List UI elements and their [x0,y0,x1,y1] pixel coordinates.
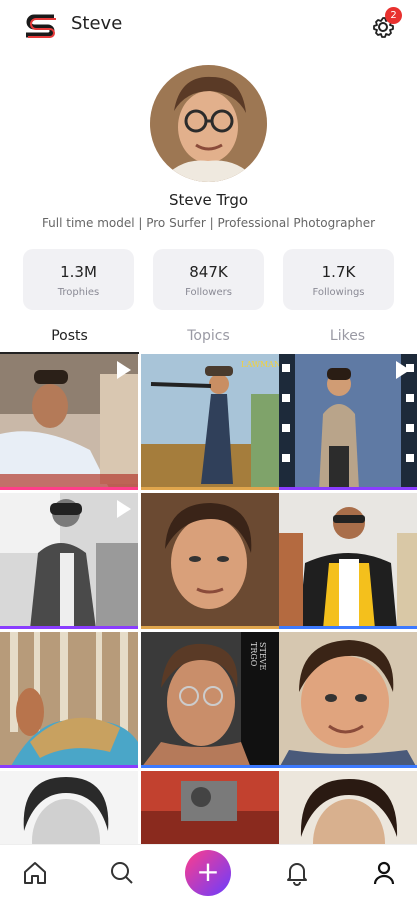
post-tile[interactable] [279,632,417,768]
tile-bar [0,626,138,629]
add-icon: + [196,855,220,888]
tile-bar [279,765,417,768]
post-tile[interactable] [0,632,138,768]
video-icon [117,500,131,518]
post-tile[interactable] [279,771,417,844]
video-icon [396,361,410,379]
post-tile[interactable] [279,354,417,490]
stat-value: 1.3M [60,263,97,281]
avatar[interactable] [150,65,267,182]
post-caption: LAWMAN [241,360,279,369]
settings-button[interactable]: 2 [369,7,402,40]
tab-posts[interactable]: Posts [0,328,139,344]
tile-bar [141,626,279,629]
stat-label: Trophies [57,287,100,298]
bottom-navigation: + [0,844,417,900]
tile-bar [279,487,417,490]
posts-grid: LAWMAN STEVE TRGO [0,354,417,844]
profile-bio: Full time model | Pro Surfer | Professio… [41,216,376,230]
add-post-button[interactable]: + [185,850,231,896]
profile-icon[interactable] [370,859,398,887]
post-tile[interactable] [141,771,279,844]
video-icon [117,361,131,379]
stat-followers[interactable]: 847K Followers [153,249,264,310]
tile-bar [0,765,138,768]
tab-likes[interactable]: Likes [278,328,417,344]
s-logo-icon[interactable] [22,11,60,39]
post-tile[interactable] [279,493,417,629]
post-tile[interactable] [0,771,138,844]
post-caption: STEVE TRGO [249,642,267,671]
app-title: Steve [71,13,123,34]
search-icon[interactable] [108,859,136,887]
top-bar: Steve 2 [0,0,417,52]
stat-followings[interactable]: 1.7K Followings [283,249,394,310]
stat-value: 847K [189,263,228,281]
tab-topics[interactable]: Topics [139,328,278,344]
post-tile[interactable] [141,493,279,629]
bell-icon[interactable] [283,859,311,887]
profile-name: Steve Trgo [168,191,249,209]
profile-tabs: Posts Topics Likes [0,324,417,354]
stat-label: Followers [185,287,232,298]
post-tile[interactable] [0,354,138,490]
post-tile[interactable] [0,493,138,629]
tile-bar [141,765,279,768]
home-icon[interactable] [21,859,49,887]
notification-badge: 2 [385,7,402,24]
stat-label: Followings [312,287,365,298]
tile-bar [279,626,417,629]
stat-value: 1.7K [321,263,356,281]
post-tile[interactable]: STEVE TRGO [141,632,279,768]
post-tile[interactable]: LAWMAN [141,354,279,490]
tile-bar [0,487,138,490]
stat-trophies[interactable]: 1.3M Trophies [23,249,134,310]
tile-bar [141,487,279,490]
